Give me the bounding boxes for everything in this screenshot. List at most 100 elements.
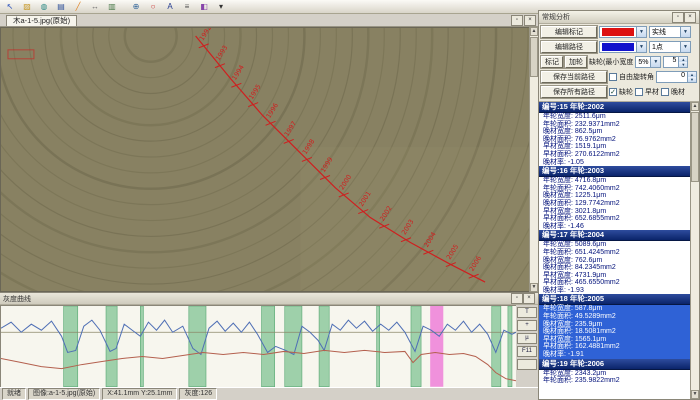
- ring-measurement-row: 早材面积: 652.6855mm2: [539, 215, 690, 223]
- free-angle-spinner[interactable]: 0 ▲▼: [656, 71, 697, 83]
- scrollbar-thumb[interactable]: [691, 112, 699, 182]
- ring-measurement-list[interactable]: 编号:15 年轮:2002年轮宽度: 2511.6μm年轮面积: 232.937…: [539, 102, 690, 399]
- tree-ring-image[interactable]: 1992199319941995199619971998199920002001…: [1, 28, 529, 291]
- chevron-down-icon[interactable]: ▼: [636, 27, 646, 37]
- checkbox-早材[interactable]: 早材: [635, 87, 659, 97]
- ring-entry-header[interactable]: 编号:15 年轮:2002: [539, 102, 690, 113]
- ring-measurement-row: 晚材宽度: 762.6μm: [539, 257, 690, 265]
- micron-tool-button[interactable]: µ: [517, 333, 537, 344]
- checkbox-缺轮[interactable]: ✓缺轮: [609, 87, 633, 97]
- threshold-tool-button[interactable]: T: [517, 307, 537, 318]
- pin-button[interactable]: ▫: [511, 15, 523, 26]
- ruler-icon[interactable]: ↔: [87, 0, 103, 13]
- ring-measurement-row: 早材宽度: 1519.1μm: [539, 143, 690, 151]
- scroll-down-icon[interactable]: ▼: [530, 283, 538, 292]
- fit-tool-button[interactable]: F11: [517, 346, 537, 357]
- checkbox-icon[interactable]: [635, 88, 643, 96]
- palette-icon[interactable]: ◧: [196, 0, 212, 13]
- zoom-in-icon[interactable]: ⊕: [128, 0, 144, 13]
- ring-entry[interactable]: 编号:15 年轮:2002年轮宽度: 2511.6μm年轮面积: 232.937…: [539, 102, 690, 166]
- missing-ring-spinner[interactable]: 5 ▲▼: [663, 56, 688, 68]
- checkbox-label: 晚材: [671, 87, 685, 97]
- ring-measurement-row: 晚材宽度: 1225.1μm: [539, 192, 690, 200]
- analysis-pin-button[interactable]: ▫: [672, 12, 684, 23]
- text-tool-icon[interactable]: A: [162, 0, 178, 13]
- chevron-down-icon[interactable]: ▼: [680, 27, 690, 37]
- status-segment: 图像:a-1-5.jpg(原始): [28, 388, 100, 400]
- line-style-combo[interactable]: 实线 ▼: [649, 26, 691, 38]
- spin-down-icon[interactable]: ▼: [679, 62, 687, 67]
- edit-mark-button[interactable]: 编辑标记: [541, 26, 597, 38]
- save-all-paths-button[interactable]: 保存所有路径: [541, 86, 607, 98]
- spin-down-icon[interactable]: ▼: [688, 77, 696, 82]
- more-dropdown-icon[interactable]: ▾: [213, 0, 229, 13]
- status-segment: X:41.1mm Y:25.1mm: [102, 388, 177, 400]
- analysis-close-icon[interactable]: ×: [684, 12, 696, 23]
- close-icon[interactable]: ×: [524, 15, 536, 26]
- ring-entry-header[interactable]: 编号:16 年轮:2003: [539, 166, 690, 177]
- status-bar: 就绪图像:a-1-5.jpg(原始)X:41.1mm Y:25.1mm灰度:12…: [0, 387, 538, 400]
- globe-icon[interactable]: ◍: [36, 0, 52, 13]
- line-style-value: 实线: [650, 27, 680, 37]
- wood-image-view[interactable]: 1992199319941995199619971998199920002001…: [0, 27, 529, 292]
- scroll-up-icon[interactable]: ▲: [530, 27, 538, 36]
- chart-icon[interactable]: ▥: [104, 0, 120, 13]
- analysis-panel: 常规分析 ▫ × 编辑标记 ▼ 实线 ▼ 编辑路径: [538, 10, 700, 400]
- checkbox-icon[interactable]: [661, 88, 669, 96]
- pencil-icon[interactable]: ╱: [70, 0, 86, 13]
- ring-measurement-row: 早材面积: 465.6550mm2: [539, 279, 690, 287]
- layers-icon[interactable]: ≡: [179, 0, 195, 13]
- document-tab[interactable]: 木a-1-5.jpg(原始): [6, 15, 77, 26]
- chevron-down-icon[interactable]: ▼: [636, 42, 646, 52]
- ring-measurement-row: 年轮面积: 651.4245mm2: [539, 249, 690, 257]
- image-vertical-scrollbar[interactable]: ▲ ▼: [529, 27, 538, 292]
- checkbox-label: 缺轮: [619, 87, 633, 97]
- scroll-down-icon[interactable]: ▼: [691, 390, 699, 399]
- list-vertical-scrollbar[interactable]: ▲ ▼: [690, 102, 699, 399]
- panel-pin-button[interactable]: ▫: [511, 293, 523, 304]
- panel-close-icon[interactable]: ×: [523, 293, 535, 304]
- document-tabbar: 木a-1-5.jpg(原始) ▫ ×: [0, 14, 538, 27]
- edit-path-button[interactable]: 编辑路径: [541, 41, 597, 53]
- free-angle-checkbox[interactable]: 自由旋转角: [609, 72, 654, 82]
- chevron-down-icon[interactable]: ▼: [650, 57, 660, 67]
- gray-curve-chart[interactable]: [1, 306, 516, 387]
- point-style-combo[interactable]: 1点 ▼: [649, 41, 691, 53]
- ring-entry-header[interactable]: 编号:17 年轮:2004: [539, 230, 690, 241]
- extra-tool-button[interactable]: [517, 359, 537, 370]
- line-color-combo[interactable]: ▼: [599, 26, 647, 38]
- ring-entry[interactable]: 编号:19 年轮:2006年轮宽度: 2343.2μm年轮面积: 235.982…: [539, 359, 690, 385]
- save-path-button[interactable]: 保存当前路径: [541, 71, 607, 83]
- missing-ring-percent-combo[interactable]: 5% ▼: [635, 56, 661, 68]
- point-color-combo[interactable]: ▼: [599, 41, 647, 53]
- mark-button[interactable]: 标记: [541, 56, 563, 68]
- scroll-up-icon[interactable]: ▲: [691, 102, 699, 111]
- save-icon[interactable]: ▤: [53, 0, 69, 13]
- checkbox-icon[interactable]: [609, 73, 617, 81]
- add-ring-button[interactable]: 加轮: [565, 56, 587, 68]
- ring-measurement-row: 晚材率: -1.91: [539, 351, 690, 359]
- circle-tool-icon[interactable]: ○: [145, 0, 161, 13]
- free-angle-value: 0: [657, 72, 687, 82]
- checkbox-icon[interactable]: ✓: [609, 88, 617, 96]
- scrollbar-thumb[interactable]: [530, 37, 538, 77]
- checkbox-label: 早材: [645, 87, 659, 97]
- ring-entry-header[interactable]: 编号:19 年轮:2006: [539, 359, 690, 370]
- select-icon[interactable]: ↖: [2, 0, 18, 13]
- checkbox-晚材[interactable]: 晚材: [661, 87, 685, 97]
- open-folder-icon[interactable]: ▨: [19, 0, 35, 13]
- missing-ring-label: 缺轮(最小宽度: [589, 57, 633, 67]
- ring-entry[interactable]: 编号:18 年轮:2005年轮宽度: 587.8μm年轮面积: 49.5289m…: [539, 294, 690, 358]
- ring-entry-header[interactable]: 编号:18 年轮:2005: [539, 294, 690, 305]
- chevron-down-icon[interactable]: ▼: [680, 42, 690, 52]
- ring-measurement-row: 晚材面积: 129.7742mm2: [539, 200, 690, 208]
- ring-measurement-row: 晚材面积: 18.5081mm2: [539, 328, 690, 336]
- status-segment: 就绪: [2, 388, 26, 400]
- status-segment: 灰度:126: [179, 388, 217, 400]
- pan-tool-button[interactable]: +: [517, 320, 537, 331]
- ring-entry[interactable]: 编号:16 年轮:2003年轮宽度: 4716.8μm年轮面积: 742.406…: [539, 166, 690, 230]
- ring-entry[interactable]: 编号:17 年轮:2004年轮宽度: 5089.6μm年轮面积: 651.424…: [539, 230, 690, 294]
- ring-measurement-row: 早材面积: 270.6122mm2: [539, 151, 690, 159]
- line-color-swatch: [602, 28, 634, 36]
- missing-ring-spin-value: 5: [664, 57, 678, 67]
